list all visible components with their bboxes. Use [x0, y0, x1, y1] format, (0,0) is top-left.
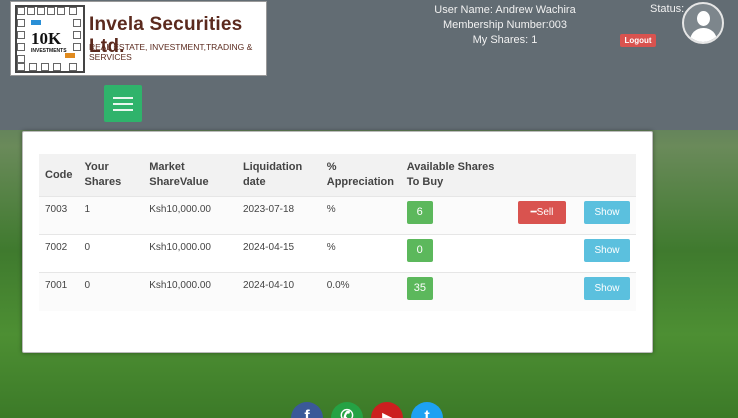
logout-button[interactable]: Logout — [620, 34, 656, 47]
company-logo[interactable]: 10K INVESTMENTS Invela Securities Ltd. R… — [10, 1, 267, 76]
user-name: User Name: Andrew Wachira — [434, 4, 576, 16]
cell-available: 6 — [400, 196, 512, 235]
logo-board-icon: 10K INVESTMENTS — [15, 5, 85, 73]
header-available-shares: Available Shares To Buy — [406, 161, 495, 188]
hamburger-icon[interactable] — [104, 85, 142, 122]
facebook-icon[interactable]: f — [291, 402, 323, 418]
cell-actions: ━Sell Show — [512, 196, 636, 235]
header-liquidation-date: Liquidation date — [242, 161, 303, 188]
whatsapp-icon[interactable]: ✆ — [331, 402, 363, 418]
available-shares-button[interactable]: 0 — [406, 239, 433, 262]
cell-actions: Show — [512, 234, 636, 273]
cell-available: 35 — [400, 272, 512, 311]
available-shares-button[interactable]: 35 — [406, 277, 433, 300]
cell-code: 7003 — [39, 196, 79, 235]
header-appreciation: % Appreciation — [326, 161, 394, 188]
cell-shares: 0 — [78, 234, 144, 273]
show-button[interactable]: Show — [584, 277, 630, 300]
table-row: 7002 0 Ksh10,000.00 2024-04-15 % 0 Show — [39, 234, 636, 273]
cell-appreciation: % — [320, 196, 401, 235]
cell-actions: Show — [512, 272, 636, 311]
avatar-icon[interactable] — [682, 2, 724, 44]
membership-number: Membership Number:003 — [442, 19, 568, 31]
cell-value: Ksh10,000.00 — [143, 196, 237, 235]
header: 10K INVESTMENTS Invela Securities Ltd. R… — [0, 0, 738, 77]
table-header-row: Code Your Shares Market ShareValue Liqui… — [39, 154, 636, 197]
show-button[interactable]: Show — [584, 201, 630, 224]
header-actions — [512, 154, 636, 197]
logo-small-text: INVESTMENTS — [31, 48, 67, 54]
available-shares-button[interactable]: 6 — [406, 201, 433, 224]
cell-shares: 0 — [78, 272, 144, 311]
logo-big-text: 10K — [31, 29, 62, 48]
cell-value: Ksh10,000.00 — [143, 234, 237, 273]
header-your-shares: Your Shares — [84, 161, 122, 188]
my-shares: My Shares: 1 — [472, 34, 538, 46]
company-tagline: REAL ESTATE, INVESTMENT,TRADING & SERVIC… — [89, 42, 253, 62]
status-label: Status: — [650, 3, 685, 15]
cell-date: 2024-04-10 — [236, 272, 321, 311]
show-button[interactable]: Show — [584, 239, 630, 262]
cell-code: 7002 — [39, 234, 79, 273]
shares-table: Code Your Shares Market ShareValue Liqui… — [39, 154, 636, 311]
twitter-icon[interactable]: t — [411, 402, 443, 418]
cell-shares: 1 — [78, 196, 144, 235]
table-row: 7001 0 Ksh10,000.00 2024-04-10 0.0% 35 S… — [39, 272, 636, 311]
sell-label: Sell — [536, 207, 554, 218]
navbar — [0, 77, 738, 130]
sell-button[interactable]: ━Sell — [518, 201, 566, 224]
cell-date: 2024-04-15 — [236, 234, 321, 273]
cell-available: 0 — [400, 234, 512, 273]
cell-value: Ksh10,000.00 — [143, 272, 237, 311]
cell-code: 7001 — [39, 272, 79, 311]
user-info: User Name: Andrew Wachira Membership Num… — [410, 3, 600, 48]
cell-date: 2023-07-18 — [236, 196, 321, 235]
table-row: 7003 1 Ksh10,000.00 2023-07-18 % 6 ━Sell… — [39, 196, 636, 235]
cell-appreciation: 0.0% — [320, 272, 401, 311]
shares-panel: Code Your Shares Market ShareValue Liqui… — [22, 131, 653, 353]
header-market-value: Market ShareValue — [149, 161, 209, 188]
cell-appreciation: % — [320, 234, 401, 273]
youtube-icon[interactable]: ▶ — [371, 402, 403, 418]
header-code: Code — [45, 168, 73, 181]
